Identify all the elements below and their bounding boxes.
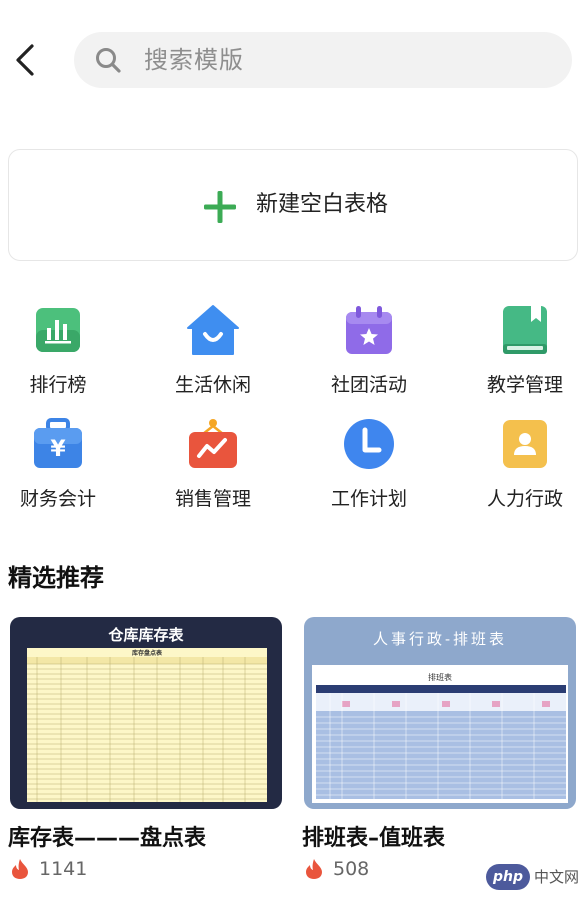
flame-icon [306, 859, 322, 879]
watermark-text: 中文网 [534, 868, 580, 886]
clock-icon [344, 419, 394, 469]
bar-chart-icon [36, 308, 80, 352]
category-lifestyle[interactable]: 生活休闲 [158, 296, 268, 406]
yuan-briefcase-icon: ¥ [34, 418, 82, 468]
category-label: 教学管理 [486, 374, 563, 396]
category-ranking[interactable]: 排行榜 [3, 296, 113, 406]
category-label: 生活休闲 [174, 374, 251, 396]
category-grid: 排行榜 生活休闲 社团活动 教学管理 ¥ 财务会计 销售管理 工作计划 人力行政 [0, 296, 587, 526]
flame-icon [12, 859, 28, 879]
category-club-activities[interactable]: 社团活动 [314, 296, 424, 406]
book-icon [503, 306, 547, 354]
home-icon [187, 305, 239, 355]
plus-icon [204, 191, 236, 223]
calendar-star-icon [346, 306, 392, 354]
thumb-title: 仓库库存表 [107, 626, 184, 644]
template-thumbnail: 仓库库存表 库存盘点表 [10, 617, 282, 809]
category-label: 财务会计 [19, 488, 96, 510]
search-input[interactable]: 搜索模版 [74, 32, 572, 88]
thumb-subtitle: 库存盘点表 [132, 649, 163, 657]
category-work-plan[interactable]: 工作计划 [314, 410, 424, 520]
category-finance-accounting[interactable]: ¥ 财务会计 [3, 410, 113, 520]
template-use-count: 508 [333, 858, 370, 880]
schedule-sheet-preview: 人事行政-排班表 排班表 [304, 617, 576, 809]
category-label: 排行榜 [29, 374, 87, 396]
template-use-count: 1141 [39, 858, 88, 880]
new-blank-sheet-label: 新建空白表格 [256, 192, 389, 217]
watermark-logo: php [486, 864, 530, 890]
chevron-left-icon [16, 44, 34, 76]
search-placeholder: 搜索模版 [144, 46, 244, 74]
thumb-title: 人事行政-排班表 [373, 630, 507, 648]
category-hr-administration[interactable]: 人力行政 [470, 410, 580, 520]
template-name: 库存表———盘点表 [8, 826, 207, 851]
template-name: 排班表–值班表 [302, 826, 446, 851]
category-label: 社团活动 [330, 374, 407, 396]
category-teaching-management[interactable]: 教学管理 [470, 296, 580, 406]
person-card-icon [503, 420, 547, 468]
search-icon [96, 48, 121, 73]
thumb-subtitle: 排班表 [428, 672, 452, 682]
category-label: 工作计划 [330, 488, 407, 510]
trend-board-icon [189, 419, 237, 468]
inventory-sheet-preview: 仓库库存表 库存盘点表 [10, 617, 282, 809]
section-title: 精选推荐 [8, 564, 104, 592]
category-label: 销售管理 [174, 488, 251, 510]
new-blank-sheet-button[interactable]: 新建空白表格 [8, 149, 578, 261]
svg-text:¥: ¥ [50, 437, 66, 462]
back-button[interactable] [10, 40, 40, 80]
category-label: 人力行政 [486, 488, 563, 510]
category-sales-management[interactable]: 销售管理 [158, 410, 268, 520]
php-watermark: php 中文网 [486, 864, 582, 890]
template-thumbnail: 人事行政-排班表 排班表 [304, 617, 576, 809]
top-bar: 搜索模版 [0, 0, 587, 120]
